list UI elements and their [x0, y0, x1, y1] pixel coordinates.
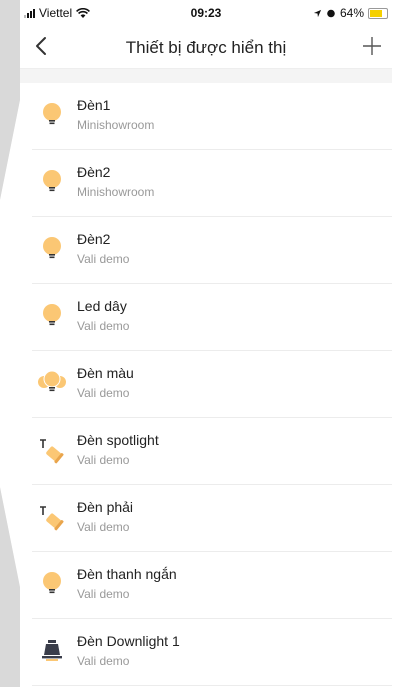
bulb-icon: [36, 233, 68, 265]
device-name: Đèn thanh ngắn: [77, 566, 177, 582]
device-row[interactable]: Led dây Vali demo: [32, 284, 392, 351]
device-room: Vali demo: [77, 587, 130, 601]
battery-percent: 64%: [339, 6, 364, 20]
device-name: Đèn spotlight: [77, 432, 159, 448]
screen: Viettel 09:23 64% Thiết bị được hiển thị…: [0, 0, 404, 687]
device-row[interactable]: Đèn spotlight Vali demo: [32, 418, 392, 485]
device-room: Vali demo: [77, 654, 130, 668]
spotlight-icon: [36, 434, 68, 466]
device-name: Đèn2: [77, 231, 111, 247]
device-row[interactable]: Đèn Downlight 1 Vali demo: [32, 619, 392, 686]
alarm-icon: [327, 9, 335, 18]
device-room: Minishowroom: [77, 118, 155, 132]
device-room: Vali demo: [77, 453, 130, 467]
add-plus-icon[interactable]: [360, 34, 384, 58]
device-room: Vali demo: [77, 386, 130, 400]
status-right: 64%: [313, 6, 388, 20]
location-arrow-icon: [313, 9, 322, 17]
device-row[interactable]: Đèn2 Vali demo: [32, 217, 392, 284]
page-title: Thiết bị được hiển thị: [125, 38, 287, 57]
device-name: Đèn màu: [77, 365, 134, 381]
device-name: Đèn phải: [77, 499, 134, 515]
bulb-icon: [36, 99, 68, 131]
spotlight-icon: [36, 501, 68, 533]
phone-screen: Viettel 09:23 64% Thiết bị được hiển thị…: [20, 0, 392, 687]
color-bulb-icon: [36, 367, 68, 399]
device-name: Đèn Downlight 1: [77, 633, 180, 649]
section-spacer: [20, 69, 392, 83]
device-name: Led dây: [77, 298, 127, 314]
status-bar: Viettel 09:23 64%: [20, 0, 392, 26]
device-row[interactable]: Đèn2 Minishowroom: [32, 150, 392, 217]
device-row[interactable]: Đèn1 Minishowroom: [32, 83, 392, 150]
device-room: Vali demo: [77, 319, 130, 333]
downlight-icon: [36, 635, 68, 667]
device-name: Đèn1: [77, 97, 111, 113]
device-row[interactable]: Đèn thanh ngắn Vali demo: [32, 552, 392, 619]
device-name: Đèn2: [77, 164, 111, 180]
device-row[interactable]: Đèn phải Vali demo: [32, 485, 392, 552]
bulb-icon: [36, 166, 68, 198]
bulb-icon: [36, 300, 68, 332]
device-list: Đèn1 Minishowroom Đèn2 Minishowroom Đèn2…: [20, 83, 392, 686]
nav-bar: Thiết bị được hiển thị: [20, 26, 392, 69]
device-room: Vali demo: [77, 252, 130, 266]
battery-icon: [368, 7, 388, 19]
device-row[interactable]: Đèn màu Vali demo: [32, 351, 392, 418]
bulb-icon: [36, 568, 68, 600]
device-room: Vali demo: [77, 520, 130, 534]
device-room: Minishowroom: [77, 185, 155, 199]
